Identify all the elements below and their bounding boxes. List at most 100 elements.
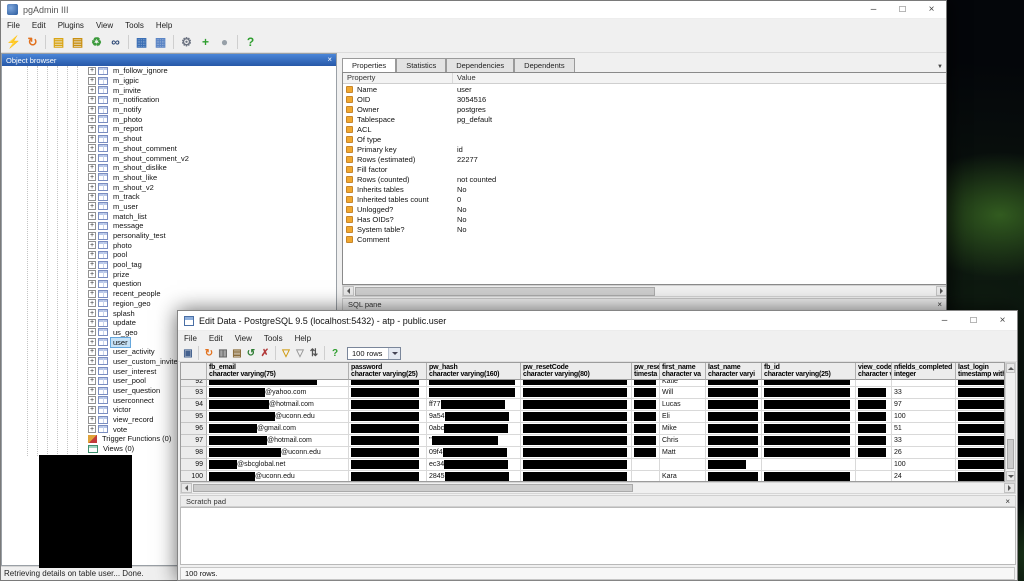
connect-icon[interactable]: ⚡ bbox=[4, 33, 23, 52]
data-cell[interactable] bbox=[856, 399, 892, 411]
data-cell[interactable] bbox=[762, 380, 856, 387]
main-minimize-button[interactable]: – bbox=[859, 1, 888, 18]
data-cell[interactable] bbox=[856, 380, 892, 387]
data-cell[interactable] bbox=[632, 435, 660, 447]
help-icon[interactable]: ? bbox=[241, 33, 260, 52]
open-folder-icon[interactable]: ▤ bbox=[68, 33, 87, 52]
data-cell[interactable] bbox=[706, 399, 762, 411]
save-icon[interactable]: ▣ bbox=[181, 346, 195, 360]
menu-item-file[interactable]: File bbox=[178, 331, 203, 345]
tab-dependencies[interactable]: Dependencies bbox=[446, 58, 514, 72]
expand-icon[interactable]: + bbox=[88, 173, 96, 181]
sql-pane-close-icon[interactable]: × bbox=[937, 300, 942, 309]
tree-item-m-shout-v2[interactable]: +m_shout_v2 bbox=[2, 182, 336, 192]
delete-row-icon[interactable]: ✗ bbox=[258, 346, 272, 360]
expand-icon[interactable]: + bbox=[88, 290, 96, 298]
expand-icon[interactable]: + bbox=[88, 67, 96, 75]
query-tool-icon[interactable]: ⚙ bbox=[177, 33, 196, 52]
data-cell[interactable]: 2845 bbox=[427, 471, 521, 482]
tree-item-photo[interactable]: +photo bbox=[2, 240, 336, 250]
expand-icon[interactable]: + bbox=[88, 251, 96, 259]
editdata-maximize-button[interactable]: □ bbox=[959, 311, 988, 330]
data-cell[interactable] bbox=[706, 411, 762, 423]
main-close-button[interactable]: × bbox=[917, 1, 946, 18]
tree-item-recent-people[interactable]: +recent_people bbox=[2, 289, 336, 299]
view-data-icon[interactable]: ▦ bbox=[132, 33, 151, 52]
tree-item-m-user[interactable]: +m_user bbox=[2, 202, 336, 212]
data-cell[interactable] bbox=[632, 411, 660, 423]
tree-item-m-shout-dislike[interactable]: +m_shout_dislike bbox=[2, 163, 336, 173]
filter-view-icon[interactable]: ▦ bbox=[151, 33, 170, 52]
tab-statistics[interactable]: Statistics bbox=[396, 58, 446, 72]
grid-vscrollbar[interactable] bbox=[1005, 362, 1016, 482]
tree-item-personality-test[interactable]: +personality_test bbox=[2, 231, 336, 241]
data-cell[interactable] bbox=[956, 423, 1005, 435]
data-cell[interactable]: ff77 bbox=[427, 399, 521, 411]
data-cell[interactable] bbox=[349, 447, 427, 459]
object-browser-close-icon[interactable]: × bbox=[327, 56, 332, 64]
data-cell[interactable] bbox=[956, 380, 1005, 387]
tab-dependents[interactable]: Dependents bbox=[514, 58, 574, 72]
data-cell[interactable] bbox=[856, 387, 892, 399]
expand-icon[interactable]: + bbox=[88, 338, 96, 346]
data-cell[interactable] bbox=[427, 380, 521, 387]
expand-icon[interactable]: + bbox=[88, 425, 96, 433]
data-cell[interactable] bbox=[349, 423, 427, 435]
data-cell[interactable] bbox=[956, 471, 1005, 482]
expand-icon[interactable]: + bbox=[88, 135, 96, 143]
data-cell[interactable]: Matt bbox=[660, 447, 706, 459]
data-cell[interactable]: Mike bbox=[660, 423, 706, 435]
menu-item-help[interactable]: Help bbox=[289, 331, 317, 345]
data-cell[interactable]: 97 bbox=[892, 399, 956, 411]
data-cell[interactable] bbox=[762, 447, 856, 459]
row-number[interactable]: 97 bbox=[181, 435, 207, 447]
tree-item-m-notification[interactable]: +m_notification bbox=[2, 95, 336, 105]
data-cell[interactable] bbox=[706, 471, 762, 482]
main-titlebar[interactable]: pgAdmin III –□× bbox=[1, 1, 946, 19]
menu-item-file[interactable]: File bbox=[1, 19, 26, 32]
copy-icon[interactable]: ▥ bbox=[216, 346, 230, 360]
row-number[interactable]: 96 bbox=[181, 423, 207, 435]
data-cell[interactable] bbox=[632, 447, 660, 459]
grid-hscrollbar[interactable] bbox=[180, 482, 1016, 494]
expand-icon[interactable]: + bbox=[88, 357, 96, 365]
tree-item-m-igpic[interactable]: +m_igpic bbox=[2, 76, 336, 86]
data-cell[interactable]: Will bbox=[660, 387, 706, 399]
editdata-close-button[interactable]: × bbox=[988, 311, 1017, 330]
scroll-right-arrow-icon[interactable] bbox=[936, 286, 947, 296]
tree-item-pool[interactable]: +pool bbox=[2, 250, 336, 260]
data-cell[interactable] bbox=[521, 423, 632, 435]
row-number[interactable]: 95 bbox=[181, 411, 207, 423]
data-cell[interactable] bbox=[762, 387, 856, 399]
data-cell[interactable]: 33 bbox=[892, 435, 956, 447]
tree-item-m-shout-comment-v2[interactable]: +m_shout_comment_v2 bbox=[2, 153, 336, 163]
column-header-nfields-completed[interactable]: nfields_completedinteger bbox=[892, 363, 956, 380]
column-header-last-name[interactable]: last_namecharacter varyi bbox=[706, 363, 762, 380]
data-cell[interactable]: Lucas bbox=[660, 399, 706, 411]
data-cell[interactable]: @uconn.edu bbox=[207, 411, 349, 423]
data-cell[interactable] bbox=[632, 471, 660, 482]
expand-icon[interactable]: + bbox=[88, 222, 96, 230]
tree-item-prize[interactable]: +prize bbox=[2, 269, 336, 279]
tree-item-message[interactable]: +message bbox=[2, 221, 336, 231]
expand-icon[interactable]: + bbox=[88, 367, 96, 375]
data-cell[interactable] bbox=[207, 380, 349, 387]
tree-item-m-shout-like[interactable]: +m_shout_like bbox=[2, 173, 336, 183]
expand-icon[interactable]: + bbox=[88, 154, 96, 162]
row-number[interactable]: 93 bbox=[181, 387, 207, 399]
data-cell[interactable] bbox=[349, 387, 427, 399]
add-icon[interactable]: + bbox=[196, 33, 215, 52]
scratch-pad-input[interactable] bbox=[180, 507, 1016, 565]
data-cell[interactable]: @sbcglobal.net bbox=[207, 459, 349, 471]
data-cell[interactable]: @hotmail.com bbox=[207, 399, 349, 411]
data-cell[interactable] bbox=[856, 435, 892, 447]
data-cell[interactable] bbox=[762, 411, 856, 423]
data-cell[interactable] bbox=[956, 447, 1005, 459]
data-cell[interactable] bbox=[521, 411, 632, 423]
data-cell[interactable]: 09f4 bbox=[427, 447, 521, 459]
undo-icon[interactable]: ↺ bbox=[244, 346, 258, 360]
scroll-left-arrow-icon[interactable] bbox=[181, 483, 192, 493]
data-cell[interactable] bbox=[956, 435, 1005, 447]
column-header-pw-resetcode[interactable]: pw_resetCodecharacter varying(80) bbox=[521, 363, 632, 380]
menu-item-help[interactable]: Help bbox=[150, 19, 178, 32]
